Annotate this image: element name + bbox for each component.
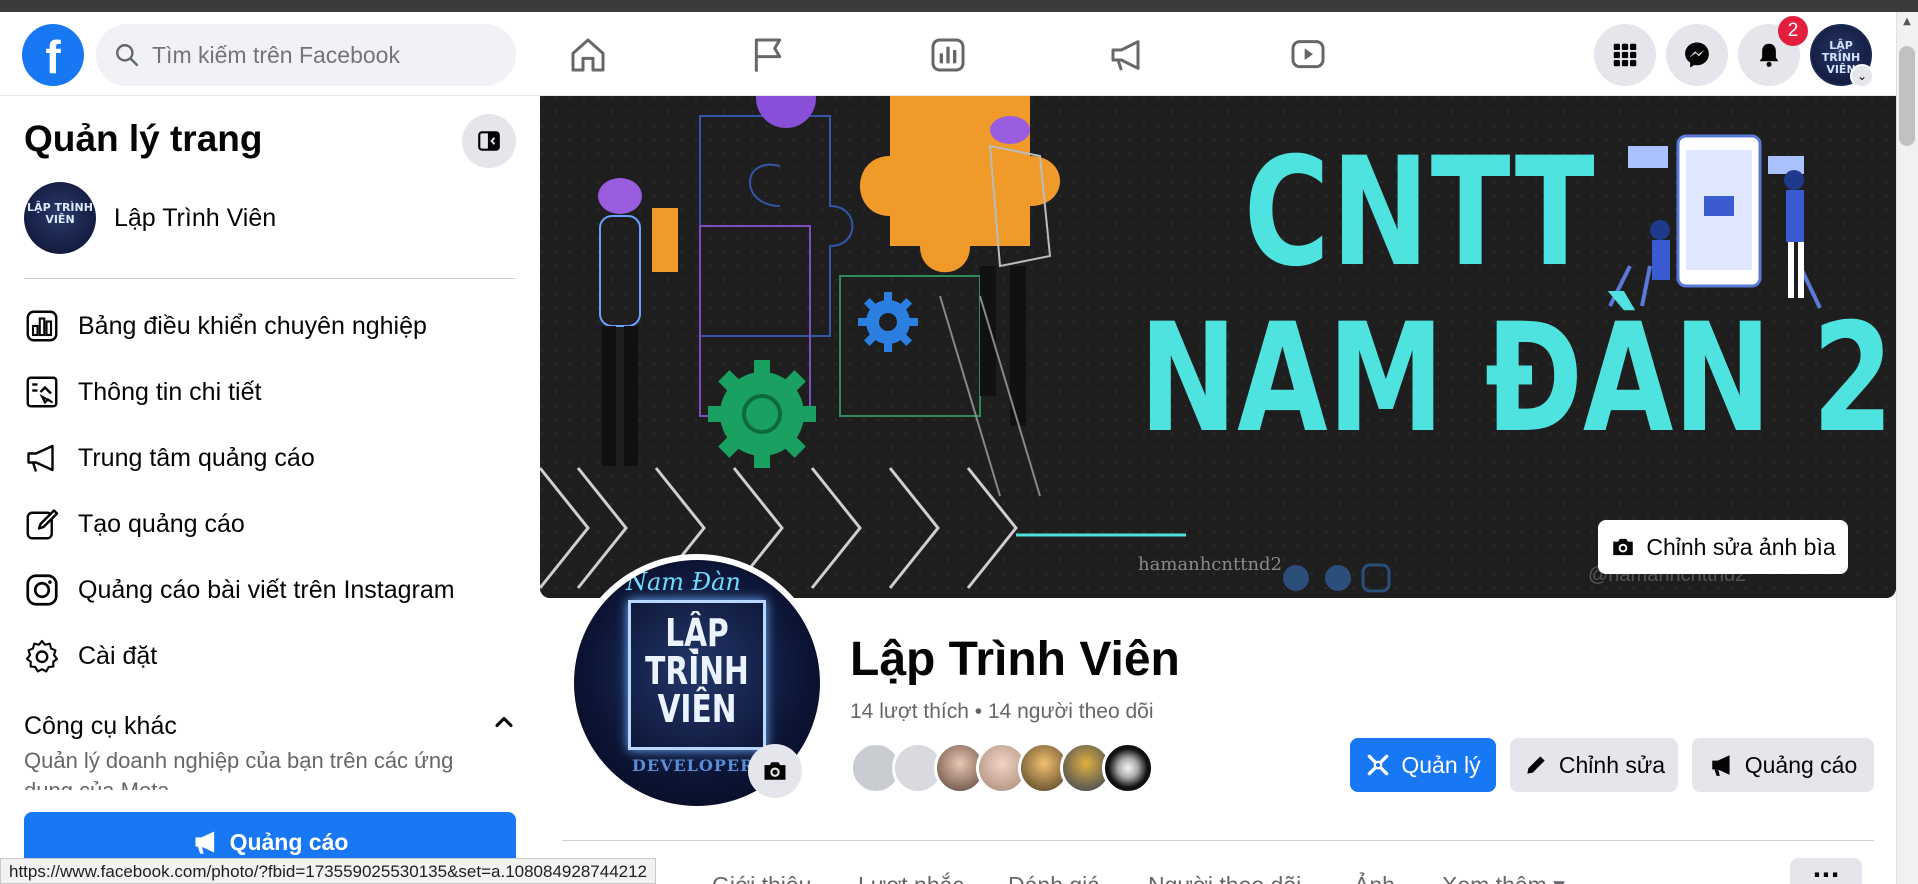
profile-picture-script-text: Nam Đàn	[626, 568, 741, 596]
sidebar-divider	[24, 278, 516, 279]
edit-cover-photo-button[interactable]: Chỉnh sửa ảnh bìa	[1598, 520, 1848, 574]
edit-page-button[interactable]: Chỉnh sửa	[1510, 738, 1678, 792]
messenger-button[interactable]	[1666, 24, 1728, 86]
menu-button[interactable]	[1594, 24, 1656, 86]
browser-top-strip	[0, 0, 1918, 12]
page-name-link[interactable]: Lập Trình Viên	[114, 204, 276, 233]
scroll-up-arrow-icon[interactable]: ▲	[1899, 16, 1915, 32]
dashboard-icon	[26, 310, 58, 342]
home-nav-button[interactable]	[538, 30, 638, 80]
sidebar-item-label: Tạo quảng cáo	[78, 509, 245, 538]
page-main-content: CNTT NAM ĐÀN 2 hamanhcnttnd2 @hamanhcntt…	[540, 96, 1896, 884]
video-nav-button[interactable]	[1258, 30, 1358, 80]
other-tools-heading[interactable]: Công cụ khác	[24, 712, 177, 741]
edit-icon	[26, 509, 59, 540]
cover-text-line1: CNTT	[1243, 126, 1597, 300]
link-preview-status-bar: https://www.facebook.com/photo/?fbid=173…	[0, 858, 657, 884]
sidebar-title: Quản lý trang	[24, 118, 263, 159]
cover-text-line2: NAM ĐÀN 2	[1139, 292, 1894, 466]
tab-photos[interactable]: Ảnh	[1354, 872, 1395, 884]
sidebar-item-label: Trung tâm quảng cáo	[78, 443, 315, 472]
insights-icon	[26, 376, 58, 408]
update-profile-picture-button[interactable]	[748, 744, 802, 798]
cover-handle-left: hamanhcnttnd2	[1138, 554, 1283, 575]
instagram-icon	[26, 574, 58, 606]
tab-mentions[interactable]: Lượt nhắc	[858, 872, 964, 884]
megaphone-icon	[1111, 40, 1140, 71]
camera-icon	[764, 762, 786, 780]
megaphone-icon	[27, 444, 54, 472]
manage-button[interactable]: Quản lý	[1350, 738, 1496, 792]
flag-icon	[754, 38, 782, 72]
sidebar-item-insights[interactable]: Thông tin chi tiết	[24, 364, 524, 420]
tab-see-more[interactable]: Xem thêm ▾	[1442, 872, 1565, 884]
promote-button[interactable]: Quảng cáo	[1692, 738, 1874, 792]
pages-nav-button[interactable]	[718, 30, 818, 80]
sidebar-item-label: Thông tin chi tiết	[78, 377, 262, 406]
sidebar-collapse-icon	[478, 131, 500, 151]
pencil-icon	[1527, 756, 1545, 774]
tools-icon	[1368, 754, 1389, 776]
tab-about[interactable]: Giới thiệu	[712, 872, 811, 884]
profile-picture-title: LẬP TRÌNH VIÊN	[645, 611, 749, 731]
insights-nav-button[interactable]	[898, 30, 998, 80]
other-tools-description: Quản lý doanh nghiệp của bạn trên các ứn…	[24, 748, 454, 790]
search-icon	[116, 44, 139, 67]
sidebar-item-instagram-ads[interactable]: Quảng cáo bài viết trên Instagram	[24, 562, 524, 618]
follower-avatar[interactable]	[1102, 742, 1154, 794]
search-input[interactable]	[152, 41, 492, 69]
search-box[interactable]	[96, 24, 516, 86]
messenger-icon	[1685, 42, 1709, 68]
page-title: Lập Trình Viên	[850, 633, 1180, 686]
sidebar-item-ad-center[interactable]: Trung tâm quảng cáo	[24, 430, 524, 486]
sidebar-item-label: Bảng điều khiển chuyên nghiệp	[78, 311, 427, 340]
cover-photo[interactable]: CNTT NAM ĐÀN 2 hamanhcnttnd2 @hamanhcntt…	[540, 96, 1896, 598]
video-icon	[1291, 40, 1325, 69]
sidebar-item-settings[interactable]: Cài đặt	[24, 628, 524, 684]
page-avatar[interactable]: LẬP TRÌNH VIÊN	[24, 182, 96, 254]
scrollbar-thumb[interactable]	[1899, 46, 1915, 146]
gear-icon	[25, 639, 59, 673]
promote-button-label: Quảng cáo	[1744, 751, 1858, 778]
page-stats[interactable]: 14 lượt thích • 14 người theo dõi	[850, 700, 1154, 724]
home-icon	[571, 38, 605, 72]
profile-picture-developer-text: DEVELOPER	[632, 756, 755, 775]
tab-reviews[interactable]: Đánh giá	[1008, 872, 1100, 884]
edit-cover-label: Chỉnh sửa ảnh bìa	[1646, 533, 1836, 560]
chevron-up-icon[interactable]	[490, 708, 518, 736]
collapse-sidebar-button[interactable]	[462, 114, 516, 168]
tab-followers[interactable]: Người theo dõi	[1148, 872, 1301, 884]
menu-grid-icon	[1613, 43, 1637, 67]
ads-nav-button[interactable]	[1078, 30, 1178, 80]
sidebar-item-label: Quảng cáo bài viết trên Instagram	[78, 575, 455, 604]
manage-button-label: Quản lý	[1401, 751, 1481, 778]
camera-icon	[1613, 538, 1634, 556]
megaphone-icon	[1711, 755, 1730, 776]
top-navigation-bar: f 2 LẬP TRÌNH VIÊN ⌄	[0, 12, 1918, 96]
manage-page-sidebar: Quản lý trang LẬP TRÌNH VIÊN Lập Trình V…	[0, 96, 540, 884]
follower-avatars[interactable]	[850, 742, 1154, 794]
more-options-button[interactable]: ···	[1790, 858, 1862, 884]
tabs-divider	[562, 840, 1874, 841]
facebook-logo[interactable]: f	[22, 24, 84, 86]
sidebar-item-professional-dashboard[interactable]: Bảng điều khiển chuyên nghiệp	[24, 298, 524, 354]
insights-icon	[931, 38, 965, 72]
megaphone-icon	[195, 831, 214, 854]
account-chevron-down-icon[interactable]: ⌄	[1850, 64, 1874, 88]
sidebar-item-label: Cài đặt	[78, 641, 158, 670]
edit-page-button-label: Chỉnh sửa	[1558, 751, 1666, 778]
notification-badge: 2	[1778, 16, 1808, 46]
sidebar-item-create-ad[interactable]: Tạo quảng cáo	[24, 496, 524, 552]
bell-icon	[1759, 43, 1779, 67]
sidebar-promote-label: Quảng cáo	[229, 828, 349, 855]
